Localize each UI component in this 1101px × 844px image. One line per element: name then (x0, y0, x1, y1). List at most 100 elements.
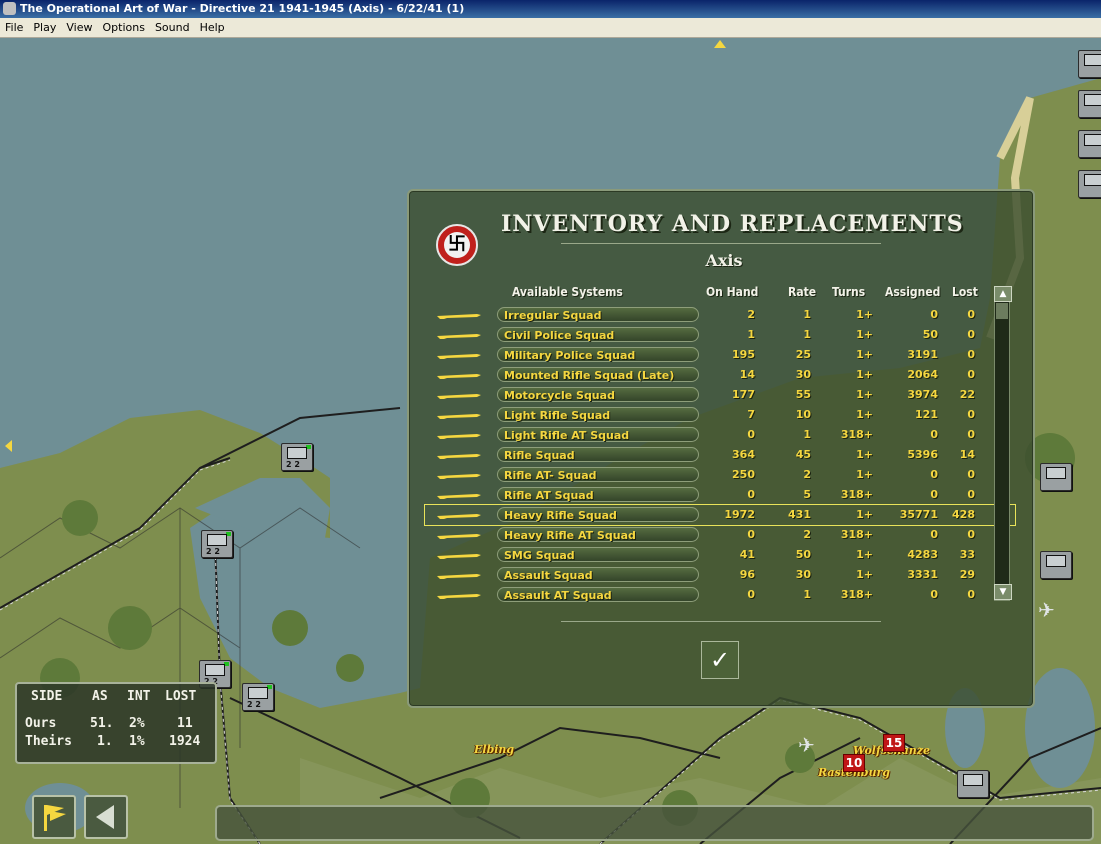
window-title-bar: The Operational Art of War - Directive 2… (0, 0, 1101, 18)
rifle-icon (437, 514, 481, 519)
rifle-icon (437, 434, 481, 439)
system-name-button[interactable]: Light Rifle AT Squad (497, 427, 699, 442)
menu-options[interactable]: Options (97, 18, 149, 37)
system-row[interactable]: SMG Squad 41 50 1+ 4283 33 (425, 545, 1015, 565)
menu-play[interactable]: Play (28, 18, 61, 37)
system-row[interactable]: Heavy Rifle Squad 1972 431 1+ 35771 428 (424, 504, 1016, 526)
system-row[interactable]: Mounted Rifle Squad (Late) 14 30 1+ 2064 0 (425, 365, 1015, 385)
system-row[interactable]: Assault AT Squad 0 1 318+ 0 0 (425, 585, 1015, 605)
col-header-assigned: Assigned (885, 285, 941, 299)
horse-icon (437, 374, 481, 379)
rifle-icon (437, 474, 481, 479)
dialog-title: INVENTORY AND REPLACEMENTS (501, 211, 964, 237)
cell-lost: 0 (967, 368, 975, 381)
unit-counter[interactable]: 2 2 (201, 530, 233, 558)
cell-turns: 1+ (856, 568, 873, 581)
system-name-button[interactable]: Rifle AT- Squad (497, 467, 699, 482)
dialog-side-label: Axis (705, 251, 743, 270)
system-row[interactable]: Light Rifle AT Squad 0 1 318+ 0 0 (425, 425, 1015, 445)
cell-lost: 33 (959, 548, 975, 561)
cell-turns: 318+ (840, 488, 873, 501)
cell-turns: 1+ (856, 408, 873, 421)
infantry-symbol-icon (287, 447, 307, 459)
app-icon (3, 2, 16, 15)
cell-rate: 2 (803, 528, 811, 541)
system-name-button[interactable]: Motorcycle Squad (497, 387, 699, 402)
system-name-button[interactable]: Assault AT Squad (497, 587, 699, 602)
col-header-lost: Lost (952, 285, 978, 299)
flag-button[interactable] (32, 795, 76, 839)
menu-file[interactable]: File (0, 18, 28, 37)
unit-counter[interactable]: 2 2 (242, 683, 274, 711)
unit-counter[interactable] (957, 770, 989, 798)
cell-lost: 14 (959, 448, 975, 461)
aircraft-symbol-icon (1046, 467, 1066, 479)
system-name-button[interactable]: Assault Squad (497, 567, 699, 582)
system-name-button[interactable]: Heavy Rifle Squad (497, 507, 699, 522)
cell-lost: 0 (967, 408, 975, 421)
cell-turns: 1+ (856, 388, 873, 401)
system-row[interactable]: Rifle Squad 364 45 1+ 5396 14 (425, 445, 1015, 465)
scroll-down-button[interactable]: ▼ (994, 584, 1012, 600)
back-arrow-icon (96, 805, 114, 829)
system-row[interactable]: Military Police Squad 195 25 1+ 3191 0 (425, 345, 1015, 365)
system-row[interactable]: Light Rifle Squad 7 10 1+ 121 0 (425, 405, 1015, 425)
scroll-up-button[interactable]: ▲ (994, 286, 1012, 302)
unit-counter[interactable] (1078, 50, 1101, 78)
system-row[interactable]: Rifle AT Squad 0 5 318+ 0 0 (425, 485, 1015, 505)
unit-counter[interactable] (1040, 551, 1072, 579)
unit-counter[interactable] (1078, 170, 1101, 198)
scrollbar-track[interactable] (994, 286, 1010, 601)
cell-turns: 318+ (840, 588, 873, 601)
unit-counter[interactable] (1040, 463, 1072, 491)
cell-on-hand: 177 (732, 388, 755, 401)
unit-counter[interactable] (1078, 90, 1101, 118)
cell-turns: 1+ (856, 448, 873, 461)
divider (561, 243, 881, 244)
cell-rate: 1 (803, 328, 811, 341)
ok-checkmark-button[interactable]: ✓ (701, 641, 739, 679)
window-title: The Operational Art of War - Directive 2… (20, 2, 465, 15)
airbase-icon: ✈ (1038, 598, 1055, 622)
cell-on-hand: 0 (747, 488, 755, 501)
cell-on-hand: 0 (747, 428, 755, 441)
stats-lost: 1924 (169, 734, 201, 749)
menu-view[interactable]: View (61, 18, 97, 37)
system-name-button[interactable]: Light Rifle Squad (497, 407, 699, 422)
cell-lost: 0 (967, 328, 975, 341)
flag-icon (44, 805, 66, 831)
system-name-button[interactable]: Rifle AT Squad (497, 487, 699, 502)
unit-counter[interactable]: 2 2 (281, 443, 313, 471)
system-name-button[interactable]: Irregular Squad (497, 307, 699, 322)
cell-lost: 29 (959, 568, 975, 581)
assault-rifle-icon (437, 594, 481, 599)
system-name-button[interactable]: Military Police Squad (497, 347, 699, 362)
cell-lost: 0 (967, 488, 975, 501)
menu-sound[interactable]: Sound (150, 18, 195, 37)
combat-stats-panel: SIDE AS INT LOST Ours 51. 2% 11 Theirs 1… (15, 682, 217, 764)
stats-int: 1% (129, 734, 145, 749)
cell-turns: 1+ (856, 508, 873, 521)
unit-counter[interactable] (1078, 130, 1101, 158)
cell-turns: 1+ (856, 368, 873, 381)
system-row[interactable]: Motorcycle Squad 177 55 1+ 3974 22 (425, 385, 1015, 405)
cell-on-hand: 96 (739, 568, 755, 581)
system-name-button[interactable]: Civil Police Squad (497, 327, 699, 342)
system-row[interactable]: Assault Squad 96 30 1+ 3331 29 (425, 565, 1015, 585)
system-name-button[interactable]: SMG Squad (497, 547, 699, 562)
map-label-elbing: Elbing (474, 743, 515, 756)
system-name-button[interactable]: Rifle Squad (497, 447, 699, 462)
col-header-systems: Available Systems (512, 285, 623, 299)
system-name-button[interactable]: Mounted Rifle Squad (Late) (497, 367, 699, 382)
stats-lost: 11 (177, 716, 193, 731)
inventory-replacements-dialog: 卐 INVENTORY AND REPLACEMENTS Axis Availa… (407, 189, 1035, 708)
system-row[interactable]: Irregular Squad 2 1 1+ 0 0 (425, 305, 1015, 325)
back-button[interactable] (84, 795, 128, 839)
system-name-button[interactable]: Heavy Rifle AT Squad (497, 527, 699, 542)
menu-help[interactable]: Help (195, 18, 230, 37)
scrollbar-thumb[interactable] (996, 303, 1008, 319)
system-row[interactable]: Heavy Rifle AT Squad 0 2 318+ 0 0 (425, 525, 1015, 545)
system-row[interactable]: Civil Police Squad 1 1 1+ 50 0 (425, 325, 1015, 345)
system-row[interactable]: Rifle AT- Squad 250 2 1+ 0 0 (425, 465, 1015, 485)
cell-rate: 50 (795, 548, 811, 561)
